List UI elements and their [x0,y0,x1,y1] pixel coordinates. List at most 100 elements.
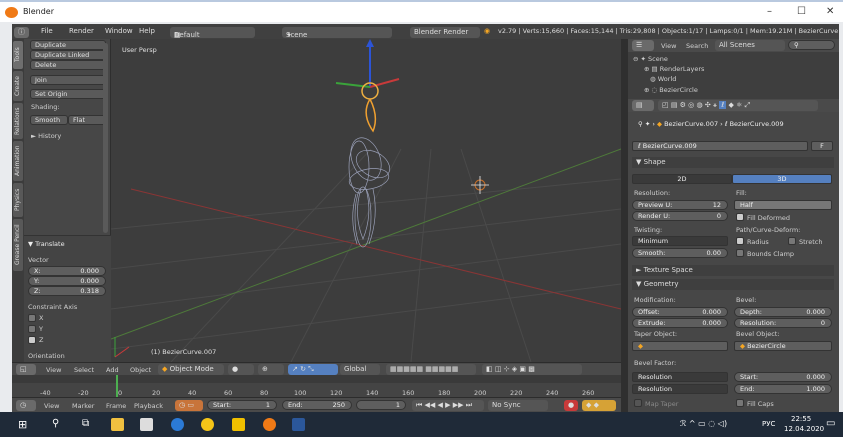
join-button[interactable]: Join [30,75,106,85]
tool-shelf-scrollbar[interactable] [103,43,108,233]
editor-type-3d-icon[interactable]: ◱ [16,364,36,375]
menu-render[interactable]: Render [69,27,94,35]
search-icon[interactable]: ⚲ [52,418,59,429]
manipulator-toggles[interactable]: ↗ ↻ ⤡ [288,364,338,375]
stretch-checkbox[interactable] [788,237,796,245]
preview-range-toggle[interactable]: ◷ ▭ [175,400,203,411]
mode-selector[interactable]: ◆ Object Mode [158,364,224,375]
menu-playback[interactable]: Playback [134,402,163,410]
outliner-search-menu[interactable]: Search [686,42,708,50]
menu-object[interactable]: Object [130,366,151,374]
datablock-selector[interactable]: ℓ BezierCurve.009 [632,141,808,151]
scene-tree-item[interactable]: ⊖ ✦ Scene [633,55,668,63]
bounds-clamp-checkbox[interactable] [736,249,744,257]
geometry-panel-header[interactable]: ▼ Geometry [632,279,834,290]
curve-3d-tab[interactable]: 3D [732,174,832,184]
menu-help[interactable]: Help [139,27,155,35]
context-tabs[interactable]: ◰ ▤ ⚙ ◎ ◍ ✣ ⚹ ℓ ◆ ⚛ ⤢ [658,100,818,111]
constraint-x-checkbox[interactable] [28,314,36,322]
offset-field[interactable]: Offset: 0.000 [632,307,728,317]
keying-set-buttons[interactable]: ◆ ◆ [582,400,616,411]
notifications-icon[interactable]: ▭ [826,418,835,429]
blender-taskbar-icon[interactable] [263,418,276,431]
edge-icon[interactable] [171,418,184,431]
windows-start-icon[interactable]: ⊞ [18,418,27,431]
menu-select[interactable]: Select [74,366,94,374]
playback-controls[interactable]: ⏮ ◀◀ ◀ ▶ ▶▶ ⏭ [412,400,484,411]
layer-buttons[interactable]: ▦▦▦▦▦ ▦▦▦▦▦ [386,364,476,375]
smooth-button[interactable]: Smooth [30,115,68,125]
outliner-view-menu[interactable]: View [661,42,676,50]
timeline[interactable]: -40 -20 0 20 40 60 80 100 120 140 160 18… [12,375,621,397]
preview-u-field[interactable]: Preview U: 12 [632,200,728,210]
render-u-field[interactable]: Render U: 0 [632,211,728,221]
tab-physics[interactable]: Physics [13,183,23,217]
timeline-scrub-area[interactable] [12,375,621,383]
system-tray-icons[interactable]: ℛ ^ ▭ ◌ ◁) [680,419,727,428]
render-engine-selector[interactable]: Blender Render [410,27,480,38]
current-frame-field[interactable]: 1 [356,400,406,410]
viewport-shading-selector[interactable]: ● [228,364,254,375]
app-icon[interactable] [232,418,245,431]
menu-frame[interactable]: Frame [106,402,126,410]
bevel-factor-mapping-end[interactable]: Resolution [632,384,728,394]
duplicate-button[interactable]: Duplicate [30,40,106,50]
set-origin-button[interactable]: Set Origin [30,89,106,99]
tab-create[interactable]: Create [13,71,23,101]
delete-button[interactable]: Delete [30,60,106,70]
scene-selector[interactable]: ✦ Scene [282,27,392,39]
menu-view[interactable]: View [46,366,61,374]
gizmo-x-arrow[interactable] [369,78,400,88]
end-frame-field[interactable]: End: 250 [282,400,352,410]
taper-object-field[interactable]: ◆ [632,341,728,351]
flat-button[interactable]: Flat [68,115,106,125]
beziercircle-tree-item[interactable]: ⊕ ◌ BezierCircle [644,86,698,94]
constraint-z-checkbox[interactable] [28,336,36,344]
translate-x-field[interactable]: X: 0.000 [28,266,106,276]
minimize-button[interactable]: – [767,6,772,17]
mail-icon[interactable] [140,418,153,431]
renderlayers-tree-item[interactable]: ⊕ ▤ RenderLayers [644,65,704,73]
editor-type-timeline-icon[interactable]: ◷ [16,400,36,411]
outliner-search-input[interactable]: ⚲ [788,40,835,50]
3d-viewport[interactable]: User Persp (1) BezierCurve.007 [111,39,621,362]
tab-tools[interactable]: Tools [13,41,23,69]
start-frame-field[interactable]: Start: 1 [207,400,277,410]
menu-window[interactable]: Window [105,27,133,35]
snap-and-render-buttons[interactable]: ◧ ◫ ⊹ ◈ ▣ ▩ [482,364,582,375]
constraint-y-checkbox[interactable] [28,325,36,333]
transform-orientation-selector[interactable]: Global [340,364,380,375]
editor-type-outliner-icon[interactable]: ☰ [632,40,654,51]
history-panel-header[interactable]: ► History [31,132,61,140]
fill-caps-checkbox[interactable] [736,399,744,407]
word-icon[interactable] [292,418,305,431]
display-mode-selector[interactable]: All Scenes [715,40,785,51]
extrude-field[interactable]: Extrude: 0.000 [632,318,728,328]
task-view-icon[interactable]: ⧉ [82,418,89,429]
clock-time[interactable]: 22:55 [791,415,811,423]
bezier-flower-mesh[interactable] [345,134,394,248]
tab-relations[interactable]: Relations [13,103,23,139]
curve-2d-tab[interactable]: 2D [632,174,732,184]
fill-deformed-checkbox[interactable] [736,213,744,221]
sync-mode-selector[interactable]: No Sync [488,400,548,411]
fake-user-button[interactable]: F [811,141,833,151]
record-button[interactable]: ● [564,400,578,411]
layout-selector[interactable]: ▦ Default [170,27,255,39]
maximize-button[interactable]: ☐ [797,6,806,17]
bevel-factor-start-field[interactable]: Start: 0.000 [734,372,832,382]
tab-grease-pencil[interactable]: Grease Pencil [13,219,23,271]
world-tree-item[interactable]: ◍ World [650,75,676,83]
translate-z-field[interactable]: Z: 0.318 [28,286,106,296]
bevel-resolution-field[interactable]: Resolution: 0 [734,318,832,328]
input-language[interactable]: РУС [762,420,775,428]
translate-y-field[interactable]: Y: 0.000 [28,276,106,286]
duplicate-linked-button[interactable]: Duplicate Linked [30,50,106,60]
menu-file[interactable]: File [41,27,53,35]
editor-type-properties-icon[interactable]: ▤ [632,100,654,111]
smooth-field[interactable]: Smooth: 0.00 [632,248,728,258]
pin-icon[interactable]: ⚲ ✦ › [638,120,657,128]
shape-panel-header[interactable]: ▼ Shape [632,157,834,168]
map-taper-checkbox[interactable] [634,399,642,407]
bevel-factor-end-field[interactable]: End: 1.000 [734,384,832,394]
